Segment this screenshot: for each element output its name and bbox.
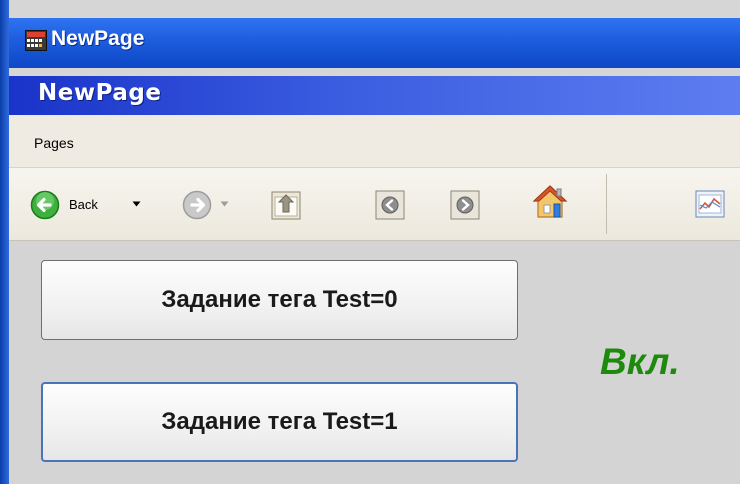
trend-chart-icon[interactable] xyxy=(694,189,726,219)
window-left-border xyxy=(0,0,9,484)
app-icon xyxy=(25,30,47,51)
menu-bar: Pages xyxy=(9,115,740,168)
set-test-0-button[interactable]: Задание тега Test=0 xyxy=(41,260,518,340)
window-title: NewPage xyxy=(51,27,145,50)
back-arrow-icon xyxy=(30,190,60,220)
page-title: NewPage xyxy=(38,80,162,106)
window-titlebar[interactable]: NewPage xyxy=(9,18,740,68)
back-label: Back xyxy=(69,197,98,212)
menu-item-pages[interactable]: Pages xyxy=(34,135,74,151)
toolbar-separator xyxy=(606,174,607,234)
next-page-icon[interactable] xyxy=(449,189,481,221)
toolbar: Back xyxy=(9,168,740,241)
page-header: NewPage xyxy=(9,76,740,115)
forward-dropdown-icon[interactable] xyxy=(220,201,229,207)
home-icon[interactable] xyxy=(530,182,570,222)
up-level-icon[interactable] xyxy=(269,188,303,222)
previous-page-icon[interactable] xyxy=(374,189,406,221)
forward-arrow-icon[interactable] xyxy=(182,190,212,220)
back-button[interactable]: Back xyxy=(30,190,122,220)
status-indicator: Вкл. xyxy=(600,341,680,382)
back-dropdown-icon[interactable] xyxy=(132,201,141,207)
set-test-1-button[interactable]: Задание тега Test=1 xyxy=(41,382,518,462)
